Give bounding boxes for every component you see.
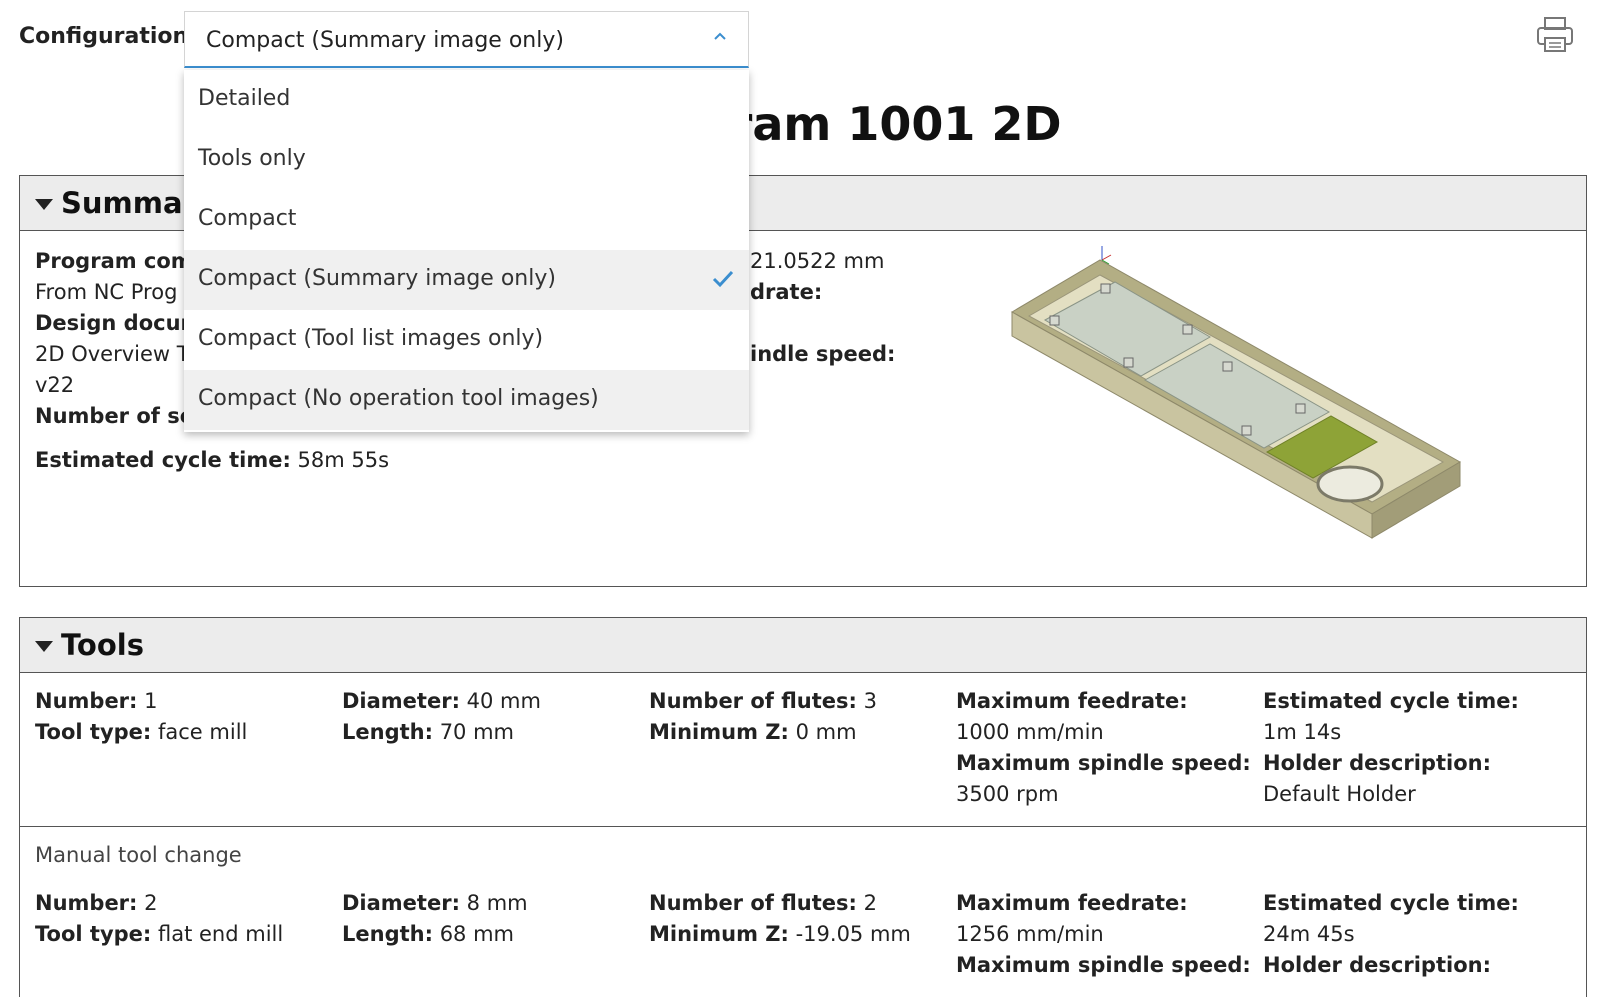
tool-max-feed-value: 1256 mm/min (956, 922, 1104, 946)
summary-feedrate-label: drate: (750, 280, 823, 304)
number-of-setups-label: Number of se (35, 404, 194, 428)
tool-min-z: Minimum Z: 0 mm (649, 720, 857, 744)
program-comment-value: From NC Prog (35, 280, 178, 304)
summary-extent-value: 21.0522 mm (750, 249, 885, 273)
summary-spindle-label: indle speed: (750, 342, 896, 366)
tool-diameter: Diameter: 8 mm (342, 891, 528, 915)
design-document-label: Design docum (35, 311, 203, 335)
tool-length: Length: 68 mm (342, 922, 514, 946)
tool-cycle-time-value: 1m 14s (1263, 720, 1342, 744)
configuration-selected-value: Compact (Summary image only) (206, 28, 564, 53)
row-divider (20, 826, 1586, 827)
tool-type: Tool type: face mill (35, 720, 248, 744)
tool-max-spindle-label: Maximum spindle speed: (956, 751, 1251, 775)
design-version: v22 (35, 373, 75, 397)
tools-header[interactable]: Tools (20, 618, 1586, 673)
tool-cycle-time-value: 24m 45s (1263, 922, 1355, 946)
tool-holder-value: Default Holder (1263, 782, 1416, 806)
checkmark-icon (712, 270, 734, 288)
tool-number: Number: 1 (35, 689, 158, 713)
option-tools-only[interactable]: Tools only (184, 130, 749, 190)
tool-max-feed-label: Maximum feedrate: (956, 891, 1188, 915)
design-document-value: 2D Overview T (35, 342, 190, 366)
tool-length: Length: 70 mm (342, 720, 514, 744)
option-compact[interactable]: Compact (184, 190, 749, 250)
configuration-select[interactable]: Compact (Summary image only) (184, 11, 749, 68)
collapse-triangle-icon[interactable] (35, 641, 53, 652)
tool-max-feed-value: 1000 mm/min (956, 720, 1104, 744)
tool-flutes: Number of flutes: 2 (649, 891, 877, 915)
tool-cycle-time-label: Estimated cycle time: (1263, 689, 1519, 713)
configuration-dropdown-list: Detailed Tools only Compact Compact (Sum… (184, 70, 749, 432)
tool-min-z: Minimum Z: -19.05 mm (649, 922, 911, 946)
tool-max-spindle-label: Maximum spindle speed: (956, 953, 1251, 977)
tool-cycle-time-label: Estimated cycle time: (1263, 891, 1519, 915)
tool-holder-label: Holder description: (1263, 953, 1491, 977)
option-compact-summary-image-only[interactable]: Compact (Summary image only) (184, 250, 749, 310)
printer-icon[interactable] (1535, 16, 1575, 54)
tool-holder-label: Holder description: (1263, 751, 1491, 775)
option-compact-no-operation-tool-images[interactable]: Compact (No operation tool images) (184, 370, 749, 430)
program-comment-label: Program com (35, 249, 193, 273)
configuration-label: Configuration: (19, 24, 197, 49)
chevron-up-icon (714, 32, 726, 40)
manual-tool-change: Manual tool change (35, 843, 242, 867)
tool-type: Tool type: flat end mill (35, 922, 284, 946)
option-compact-tool-list-images-only[interactable]: Compact (Tool list images only) (184, 310, 749, 370)
option-detailed[interactable]: Detailed (184, 70, 749, 130)
part-model-image (1010, 246, 1462, 539)
collapse-triangle-icon[interactable] (35, 199, 53, 210)
tool-number: Number: 2 (35, 891, 158, 915)
tools-panel: Tools Number: 1 Tool type: face mill Dia… (19, 617, 1587, 997)
tool-max-feed-label: Maximum feedrate: (956, 689, 1188, 713)
tool-flutes: Number of flutes: 3 (649, 689, 877, 713)
tools-heading: Tools (61, 628, 144, 662)
tool-max-spindle-value: 3500 rpm (956, 782, 1059, 806)
tool-diameter: Diameter: 40 mm (342, 689, 541, 713)
summary-cycle-time: Estimated cycle time: 58m 55s (35, 448, 390, 472)
